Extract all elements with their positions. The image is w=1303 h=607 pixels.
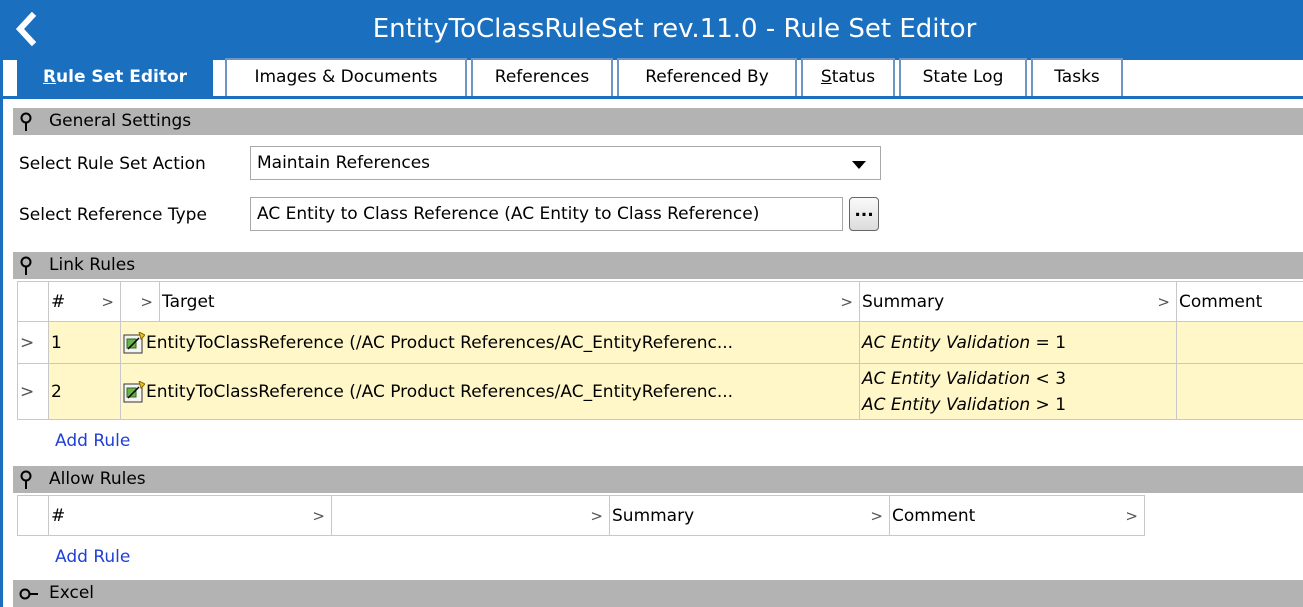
link-rules-table: # > > Target > Summary > Comment > 1 Entity… (17, 281, 1303, 420)
section-title: Link Rules (49, 255, 136, 275)
unpinned-pin-icon[interactable] (19, 584, 39, 604)
section-general-settings[interactable]: General Settings (13, 108, 1303, 135)
table-header-row: # > > Target > Summary > Comment (17, 281, 1303, 322)
section-allow-rules[interactable]: Allow Rules (13, 466, 1303, 493)
tab-images-documents[interactable]: Images & Documents (225, 58, 467, 96)
rule-set-editor-window: EntityToClassRuleSet rev.11.0 - Rule Set… (0, 0, 1303, 607)
chevron-right-icon: > (1157, 292, 1170, 311)
add-allow-rule-link[interactable]: Add Rule (55, 546, 130, 568)
table-header-row: # > > Summary > Comment > (17, 495, 1145, 536)
chevron-right-icon: > (312, 506, 325, 525)
chevron-right-icon: > (140, 292, 153, 311)
section-link-rules[interactable]: Link Rules (13, 252, 1303, 279)
column-header-summary[interactable]: Summary > (859, 281, 1177, 322)
reference-object-icon (123, 331, 145, 353)
table-row[interactable]: > 1 EntityToClassReference (/AC Product … (17, 321, 1303, 364)
tab-tasks[interactable]: Tasks (1031, 58, 1123, 96)
tab-status[interactable]: Status (801, 58, 895, 96)
column-header-blank[interactable]: > (331, 495, 610, 536)
title-bar: EntityToClassRuleSet rev.11.0 - Rule Set… (3, 0, 1303, 60)
rule-comment[interactable] (1176, 363, 1303, 420)
chevron-right-icon: > (870, 506, 883, 525)
rule-summary[interactable]: AC Entity Validation = 1 (859, 321, 1177, 364)
section-title: Excel (49, 583, 95, 603)
row-expand[interactable]: > (17, 363, 49, 420)
section-excel[interactable]: Excel (13, 580, 1303, 607)
reference-type-field[interactable]: AC Entity to Class Reference (AC Entity … (250, 197, 843, 231)
pin-icon[interactable] (19, 470, 33, 490)
tab-references[interactable]: References (471, 58, 613, 96)
column-header-comment[interactable]: Comment (1176, 281, 1303, 322)
browse-button[interactable]: ... (849, 197, 879, 231)
chevron-right-icon: > (20, 381, 35, 402)
action-label: Select Rule Set Action (19, 154, 206, 174)
chevron-down-icon[interactable] (852, 161, 866, 169)
chevron-right-icon: > (1125, 506, 1138, 525)
add-link-rule-link[interactable]: Add Rule (55, 430, 130, 452)
rule-number: 2 (48, 363, 121, 420)
rule-set-action-select[interactable]: Maintain References (250, 146, 881, 180)
row-selector-header (17, 495, 49, 536)
allow-rules-table: # > > Summary > Comment > (17, 495, 1145, 536)
chevron-right-icon: > (101, 292, 114, 311)
tab-rule-set-editor[interactable]: Rule Set Editor (17, 58, 213, 96)
rule-number: 1 (48, 321, 121, 364)
section-title: General Settings (49, 111, 192, 131)
chevron-right-icon: > (590, 506, 603, 525)
table-row[interactable]: > 2 EntityToClassReference (/AC Product … (17, 363, 1303, 420)
row-selector-header (17, 281, 49, 322)
column-header-number[interactable]: # > (48, 495, 332, 536)
rule-target[interactable]: EntityToClassReference (/AC Product Refe… (120, 363, 860, 420)
rule-target[interactable]: EntityToClassReference (/AC Product Refe… (120, 321, 860, 364)
action-value: Maintain References (257, 153, 431, 173)
column-header-summary[interactable]: Summary > (609, 495, 890, 536)
section-title: Allow Rules (49, 469, 146, 489)
reference-value: AC Entity to Class Reference (AC Entity … (257, 204, 760, 224)
tab-underline (3, 96, 1303, 99)
chevron-right-icon: > (20, 332, 35, 353)
row-expand[interactable]: > (17, 321, 49, 364)
rule-summary[interactable]: AC Entity Validation < 3 AC Entity Valid… (859, 363, 1177, 420)
rule-comment[interactable] (1176, 321, 1303, 364)
tab-state-log[interactable]: State Log (899, 58, 1027, 96)
tab-referenced-by[interactable]: Referenced By (617, 58, 797, 96)
pin-icon[interactable] (19, 256, 33, 276)
window-title: EntityToClassRuleSet rev.11.0 - Rule Set… (372, 14, 977, 44)
column-header-number[interactable]: # > (48, 281, 121, 322)
column-header-comment[interactable]: Comment > (889, 495, 1145, 536)
pin-icon[interactable] (19, 112, 33, 132)
column-header-target[interactable]: Target > (159, 281, 860, 322)
column-header-expand[interactable]: > (120, 281, 160, 322)
reference-object-icon (123, 380, 145, 402)
reference-label: Select Reference Type (19, 205, 207, 225)
chevron-right-icon: > (840, 292, 853, 311)
